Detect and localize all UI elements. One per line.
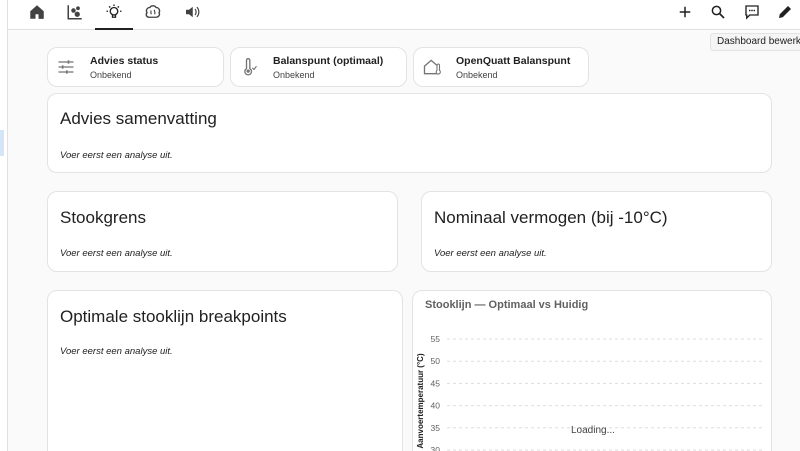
tile-state: Onbekend [273,69,315,80]
card-stooklijn-breakpoints: Optimale stooklijn breakpoints Voer eers… [47,290,403,451]
y-tick-label: 35 [431,423,441,433]
thermometer-icon [244,58,257,76]
y-tick-label: 30 [431,445,441,451]
tab-advice[interactable] [95,0,133,30]
edit-dashboard-tooltip: Dashboard bewerken [710,33,800,51]
card-text: Voer eerst een analyse uit. [434,248,547,259]
add-button[interactable] [670,0,700,24]
edit-dashboard-button[interactable] [770,0,800,24]
chart-loading-text: Loading... [571,425,615,436]
card-title: Stookgrens [60,208,146,227]
y-tick-label: 40 [431,401,441,411]
speaker-icon [186,6,200,18]
assist-button[interactable] [737,0,767,24]
tile-name: Balanspunt (optimaal) [273,54,384,67]
card-stooklijn-chart: Stooklijn — Optimaal vs Huidig 55 50 45 40 3… [412,290,772,451]
card-stookgrens: Stookgrens Voer eerst een analyse uit. [47,191,398,272]
card-text: Voer eerst een analyse uit. [60,248,173,259]
tab-home[interactable] [18,0,56,30]
y-tick-label: 55 [431,334,441,344]
lightbulb-icon [106,4,122,18]
top-toolbar [8,0,800,30]
add-icon [679,6,691,18]
tile-name: OpenQuatt Balanspunt [456,54,571,67]
home-thermometer-icon [423,59,441,75]
y-tick-label: 50 [431,356,441,366]
y-tick-label: 45 [431,378,441,388]
card-title: Advies samenvatting [60,109,217,128]
card-title: Nominaal vermogen (bij -10°C) [434,208,668,227]
tile-advies-status[interactable]: Advies status Onbekend [47,47,224,87]
brain-icon [145,5,161,18]
tile-name: Advies status [90,54,159,67]
tune-icon [58,60,74,74]
tab-devices[interactable] [56,0,94,30]
home-icon [30,5,44,19]
card-text: Voer eerst een analyse uit. [60,150,173,161]
tile-balanspunt-optimaal[interactable]: Balanspunt (optimaal) Onbekend [230,47,407,87]
card-text: Voer eerst een analyse uit. [60,346,173,357]
tab-analysis[interactable] [134,0,172,30]
assist-icon [745,5,759,20]
tile-state: Onbekend [456,69,498,80]
sidebar-active-marker [0,130,4,156]
tile-state: Onbekend [90,69,132,80]
edit-icon [779,6,791,18]
sidebar [0,0,8,451]
y-axis-label: Aanvoertemperatuur (°C) [416,353,425,449]
devices-icon [67,5,82,20]
card-nominaal-vermogen: Nominaal vermogen (bij -10°C) Voer eerst… [421,191,772,272]
card-advies-samenvatting: Advies samenvatting Voer eerst een analy… [47,93,772,173]
tab-sound[interactable] [173,0,211,30]
search-icon [711,5,725,19]
search-button[interactable] [703,0,733,24]
tile-openquatt-balanspunt[interactable]: OpenQuatt Balanspunt Onbekend [413,47,589,87]
card-title: Optimale stooklijn breakpoints [60,307,287,326]
